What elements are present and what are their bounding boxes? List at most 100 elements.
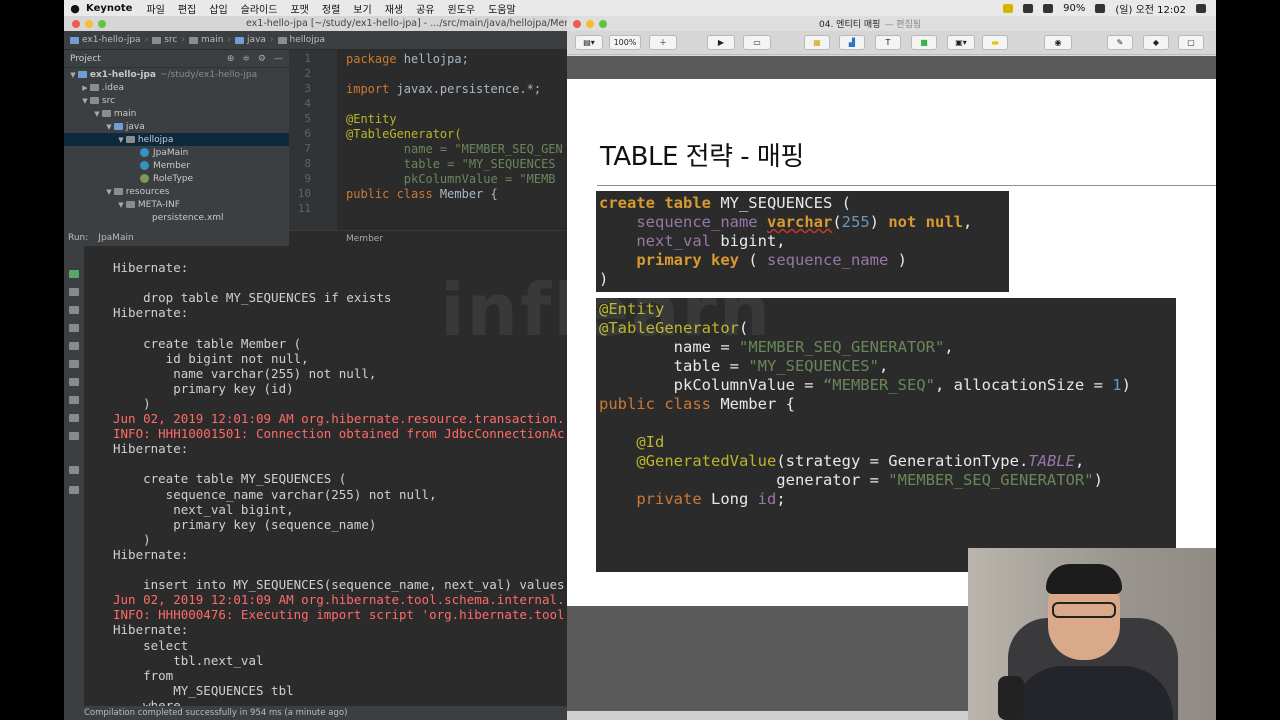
tree-label: java xyxy=(125,121,145,132)
chevron-down-icon[interactable]: ▼ xyxy=(104,188,114,196)
wifi-icon[interactable] xyxy=(1043,3,1054,13)
code-line: 9 pkColumnValue = "MEMB xyxy=(289,172,567,187)
trash-icon[interactable] xyxy=(69,432,79,440)
cloud-icon[interactable] xyxy=(1023,3,1034,13)
chevron-down-icon[interactable]: ▼ xyxy=(104,123,114,131)
chevron-down-icon[interactable]: ▼ xyxy=(116,136,126,144)
tree-item-member[interactable]: Member xyxy=(64,159,289,172)
document-title: 04. 엔티티 매핑 xyxy=(819,20,881,30)
search-icon[interactable] xyxy=(1196,3,1206,13)
chevron-down-icon[interactable]: ▼ xyxy=(68,71,78,79)
format-button[interactable]: ✎ xyxy=(1107,35,1133,50)
tree-label: hellojpa xyxy=(137,134,174,145)
pin-icon[interactable] xyxy=(69,486,79,494)
pause-icon[interactable] xyxy=(69,342,79,350)
menu-play[interactable]: 재생 xyxy=(385,1,403,16)
animate-button[interactable]: ◆ xyxy=(1143,35,1169,50)
crumb-java[interactable]: java xyxy=(235,35,266,45)
layout-icon[interactable] xyxy=(69,466,79,474)
menu-insert[interactable]: 삽입 xyxy=(209,1,227,16)
tree-item-persistence-xml[interactable]: persistence.xml xyxy=(64,211,289,224)
tree-item-project[interactable]: ▼ ex1-hello-jpa ~/study/ex1-hello-jpa xyxy=(64,68,289,81)
tree-item-jpamain[interactable]: JpaMain xyxy=(64,146,289,159)
camera-icon[interactable] xyxy=(69,378,79,386)
menu-file[interactable]: 파일 xyxy=(146,1,164,16)
soft-wrap-icon[interactable] xyxy=(69,324,79,332)
tree-item-src[interactable]: ▼ src xyxy=(64,94,289,107)
view-menu-button[interactable]: ▤▾ xyxy=(575,35,603,50)
status-app-icon[interactable] xyxy=(1003,3,1014,13)
console-line: Jun 02, 2019 12:01:09 AM org.hibernate.t… xyxy=(113,592,565,608)
menu-share[interactable]: 공유 xyxy=(416,1,434,16)
battery-percent[interactable]: 90% xyxy=(1063,3,1085,14)
collaborate-button[interactable]: ◉ xyxy=(1044,35,1072,50)
shape-button[interactable]: ■ xyxy=(911,35,937,50)
tree-item-main[interactable]: ▼ main xyxy=(64,107,289,120)
collapse-icon[interactable]: ≑ xyxy=(242,54,250,64)
tree-item-hellojpa[interactable]: ▼ hellojpa xyxy=(64,133,289,146)
tree-item-idea[interactable]: ▶ .idea xyxy=(64,81,289,94)
run-tab-jpamain[interactable]: JpaMain xyxy=(98,233,133,243)
minimize-button[interactable] xyxy=(85,19,93,28)
gear-icon[interactable]: ⚙ xyxy=(258,54,266,64)
menu-slide[interactable]: 슬라이드 xyxy=(241,1,278,16)
editor-breadcrumb[interactable]: Member xyxy=(289,230,567,246)
keynote-live-button[interactable]: ▭ xyxy=(743,35,771,50)
folder-icon xyxy=(152,36,162,44)
tree-label: .idea xyxy=(101,82,125,93)
crumb-main[interactable]: main xyxy=(188,35,223,45)
document-button[interactable]: ▢ xyxy=(1178,35,1204,50)
rerun-icon[interactable] xyxy=(69,270,79,278)
crumb-package[interactable]: hellojpa xyxy=(277,35,325,45)
code-line: private Long id; xyxy=(636,490,786,508)
menu-edit[interactable]: 편집 xyxy=(178,1,196,16)
play-button[interactable]: ▶ xyxy=(707,35,735,50)
clock[interactable]: (일) 오전 12:02 xyxy=(1115,1,1186,16)
close-button[interactable] xyxy=(72,19,80,28)
down-arrow-icon[interactable] xyxy=(69,288,79,296)
project-view-selector[interactable]: Project xyxy=(70,54,101,64)
chevron-down-icon[interactable]: ▼ xyxy=(80,97,90,105)
console-line: from xyxy=(113,667,174,683)
zoom-button[interactable] xyxy=(98,19,106,28)
chevron-right-icon[interactable]: ▶ xyxy=(80,84,90,92)
media-button[interactable]: ▣▾ xyxy=(947,35,975,50)
chevron-down-icon[interactable]: ▼ xyxy=(116,201,126,209)
chevron-down-icon[interactable]: ▼ xyxy=(92,110,102,118)
locate-icon[interactable]: ⊕ xyxy=(227,54,235,64)
print-icon[interactable] xyxy=(69,396,79,404)
app-menu[interactable]: Keynote xyxy=(86,3,132,14)
battery-icon[interactable] xyxy=(1095,3,1106,13)
code-text: @TableGenerator( xyxy=(346,127,462,141)
tree-item-meta-inf[interactable]: ▼ META-INF xyxy=(64,198,289,211)
text-button[interactable]: T xyxy=(875,35,901,50)
minimize-button[interactable] xyxy=(586,19,594,28)
menu-arrange[interactable]: 정렬 xyxy=(322,1,340,16)
scroll-end-icon[interactable] xyxy=(69,360,79,368)
close-button[interactable] xyxy=(573,19,581,28)
code-editor[interactable]: 1 package hellojpa; 2 3 import javax.persi… xyxy=(289,50,567,230)
console-line: Hibernate: xyxy=(113,546,189,562)
apple-icon[interactable]: ● xyxy=(64,2,86,15)
ide-titlebar: ex1-hello-jpa [~/study/ex1-hello-jpa] - … xyxy=(64,16,567,31)
window-controls xyxy=(72,19,106,28)
menu-format[interactable]: 포맷 xyxy=(290,1,308,16)
menu-window[interactable]: 윈도우 xyxy=(448,1,476,16)
tree-item-resources[interactable]: ▼ resources xyxy=(64,185,289,198)
zoom-button[interactable] xyxy=(599,19,607,28)
hide-icon[interactable]: — xyxy=(274,54,283,64)
add-slide-button[interactable]: ＋ xyxy=(649,35,677,50)
comment-button[interactable]: ▬ xyxy=(982,35,1008,50)
chart-button[interactable]: ▟ xyxy=(839,35,865,50)
menu-help[interactable]: 도움말 xyxy=(488,1,516,16)
menu-view[interactable]: 보기 xyxy=(353,1,371,16)
zoom-select[interactable]: 100% xyxy=(609,35,641,50)
tree-item-java[interactable]: ▼ java xyxy=(64,120,289,133)
crumb-src[interactable]: src xyxy=(152,35,177,45)
exit-icon[interactable] xyxy=(69,414,79,422)
table-button[interactable]: ▦ xyxy=(804,35,830,50)
tree-item-roletype[interactable]: RoleType xyxy=(64,172,289,185)
webcam-overlay xyxy=(968,548,1216,720)
crumb-project[interactable]: ex1-hello-jpa xyxy=(70,35,141,45)
stop-icon[interactable] xyxy=(69,306,79,314)
